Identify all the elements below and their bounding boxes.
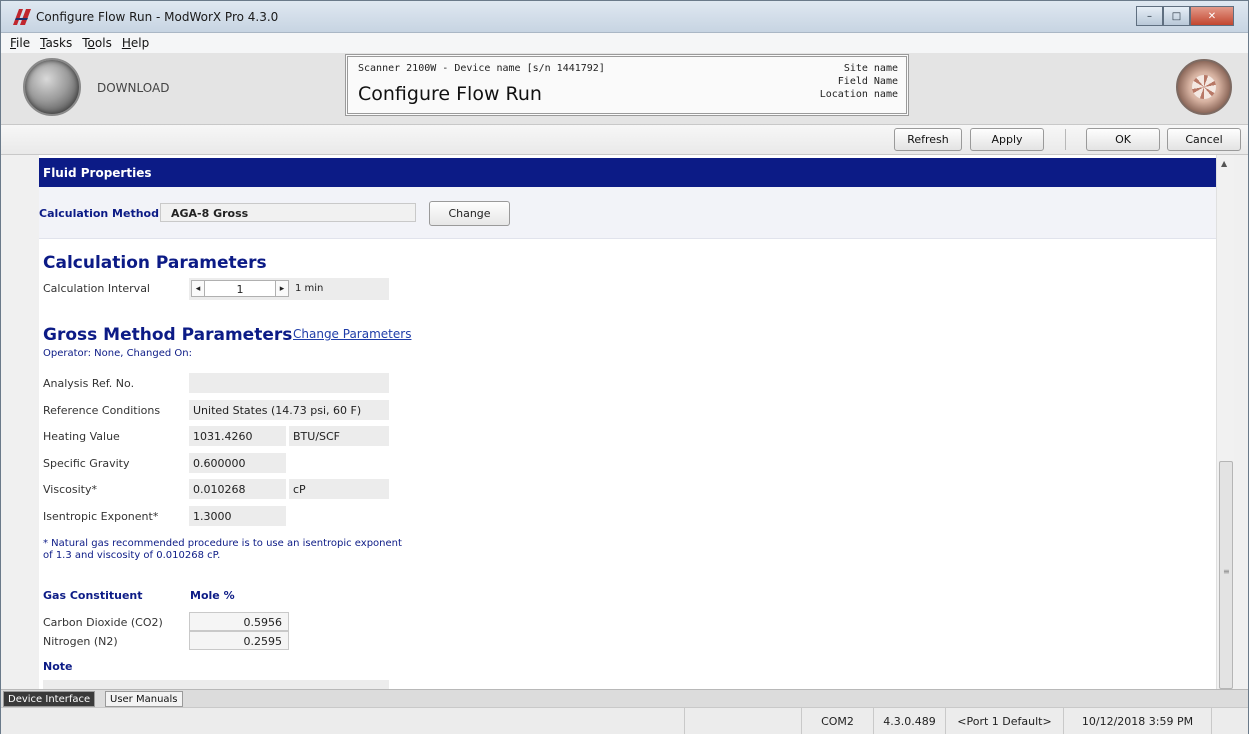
field-name: Field Name <box>837 76 898 87</box>
tab-device-interface[interactable]: Device Interface <box>3 691 96 707</box>
status-empty-cell <box>684 708 801 734</box>
mole-percent-header: Mole % <box>190 589 235 602</box>
mole-input-co2[interactable]: 0.5956 <box>189 612 289 631</box>
isentropic-exponent-label: Isentropic Exponent* <box>43 510 159 523</box>
site-info: Site name Field Name Location name <box>820 62 898 101</box>
note-field[interactable] <box>43 680 389 689</box>
status-datetime: 10/12/2018 3:59 PM <box>1063 708 1211 734</box>
fan-icon <box>1176 59 1232 115</box>
scroll-up-icon[interactable]: ▲ <box>1221 159 1227 168</box>
natural-gas-footnote: * Natural gas recommended procedure is t… <box>43 538 402 561</box>
status-bar: COM2 4.3.0.489 <Port 1 Default> 10/12/20… <box>1 707 1248 734</box>
gross-method-heading: Gross Method Parameters <box>43 325 293 345</box>
right-gutter <box>1234 155 1248 689</box>
calculation-method-label: Calculation Method <box>39 207 159 220</box>
maximize-button[interactable]: □ <box>1163 6 1190 26</box>
window-controls: – □ ✕ <box>1136 6 1234 26</box>
viscosity-value: 0.010268 <box>189 479 286 499</box>
close-button[interactable]: ✕ <box>1190 6 1234 26</box>
menu-help-accel: H <box>121 36 131 50</box>
heating-value-unit: BTU/SCF <box>289 426 389 446</box>
refresh-button[interactable]: Refresh <box>894 128 962 151</box>
vertical-scrollbar[interactable]: ▲ ≡ <box>1216 155 1234 689</box>
mole-input-n2[interactable]: 0.2595 <box>189 631 289 650</box>
device-info-panel: Scanner 2100W - Device name [s/n 1441792… <box>345 54 909 116</box>
apply-button[interactable]: Apply <box>970 128 1044 151</box>
increment-icon[interactable]: ▸ <box>275 280 289 297</box>
specific-gravity-value: 0.600000 <box>189 453 286 473</box>
menu-file-label: ile <box>16 36 31 50</box>
calculation-parameters-heading: Calculation Parameters <box>43 253 267 273</box>
status-port: COM2 <box>801 708 873 734</box>
calculation-interval-label: Calculation Interval <box>43 282 150 295</box>
decrement-icon[interactable]: ◂ <box>191 280 205 297</box>
site-name: Site name <box>843 63 898 74</box>
gas-name-co2: Carbon Dioxide (CO2) <box>43 616 163 629</box>
menu-help-label: elp <box>130 36 150 50</box>
calculation-interval-input[interactable]: 1 <box>205 280 275 297</box>
analysis-ref-label: Analysis Ref. No. <box>43 377 135 390</box>
operator-info: Operator: None, Changed On: <box>43 348 192 359</box>
viscosity-unit: cP <box>289 479 389 499</box>
menu-file[interactable]: File <box>5 33 35 53</box>
window-title: Configure Flow Run - ModWorX Pro 4.3.0 <box>36 10 279 24</box>
calculation-method-value: AGA-8 Gross <box>160 203 416 222</box>
reference-conditions-label: Reference Conditions <box>43 404 161 417</box>
header-area: DOWNLOAD Scanner 2100W - Device name [s/… <box>1 53 1248 125</box>
minimize-button[interactable]: – <box>1136 6 1163 26</box>
reference-conditions-value: United States (14.73 psi, 60 F) <box>189 400 389 420</box>
change-method-button[interactable]: Change <box>429 201 510 226</box>
fluid-properties-header: Fluid Properties <box>39 158 1216 187</box>
menu-help[interactable]: Help <box>117 33 154 53</box>
toolbar-separator <box>1065 129 1066 150</box>
download-label[interactable]: DOWNLOAD <box>97 81 169 95</box>
grip-icon: ≡ <box>1223 567 1230 576</box>
gas-name-n2: Nitrogen (N2) <box>43 635 118 648</box>
menu-tasks[interactable]: Tasks <box>35 33 77 53</box>
location-name: Location name <box>819 89 898 100</box>
calculation-interval-spinner: ◂ 1 ▸ 1 min <box>189 278 389 300</box>
menu-bar: File Tasks Tools Help <box>1 33 1248 53</box>
device-name-line: Scanner 2100W - Device name [s/n 1441792… <box>358 63 605 74</box>
menu-tools-accel: o <box>87 36 95 50</box>
modworx-logo-icon <box>13 9 31 25</box>
analysis-ref-value <box>189 373 389 393</box>
note-label: Note <box>43 660 73 673</box>
bottom-tabs: Device Interface User Manuals <box>1 689 1248 707</box>
page-title: Configure Flow Run <box>358 83 542 105</box>
gas-constituent-header: Gas Constituent <box>43 589 143 602</box>
download-orb-button[interactable] <box>23 58 81 116</box>
heating-value-label: Heating Value <box>43 430 120 443</box>
status-resize-grip[interactable] <box>1211 708 1248 734</box>
scroll-thumb[interactable]: ≡ <box>1219 461 1233 689</box>
calculation-interval-unit: 1 min <box>295 283 324 294</box>
viscosity-label: Viscosity* <box>43 483 97 496</box>
tab-user-manuals[interactable]: User Manuals <box>105 691 183 707</box>
toolbar: Refresh Apply OK Cancel <box>1 125 1248 155</box>
app-window: Configure Flow Run - ModWorX Pro 4.3.0 –… <box>0 0 1249 734</box>
cancel-button[interactable]: Cancel <box>1167 128 1241 151</box>
title-bar[interactable]: Configure Flow Run - ModWorX Pro 4.3.0 –… <box>1 1 1248 33</box>
main-content: Fluid Properties Calculation Method AGA-… <box>39 155 1216 689</box>
menu-tools-label: ols <box>94 36 112 50</box>
specific-gravity-label: Specific Gravity <box>43 457 130 470</box>
change-parameters-link[interactable]: Change Parameters <box>293 327 411 341</box>
left-gutter <box>1 155 39 689</box>
menu-tools[interactable]: Tools <box>77 33 117 53</box>
status-port-default: <Port 1 Default> <box>945 708 1063 734</box>
heating-value: 1031.4260 <box>189 426 286 446</box>
status-version: 4.3.0.489 <box>873 708 945 734</box>
menu-tasks-label: asks <box>45 36 73 50</box>
isentropic-exponent-value: 1.3000 <box>189 506 286 526</box>
calculation-method-row: Calculation Method AGA-8 Gross Change <box>39 187 1216 239</box>
ok-button[interactable]: OK <box>1086 128 1160 151</box>
